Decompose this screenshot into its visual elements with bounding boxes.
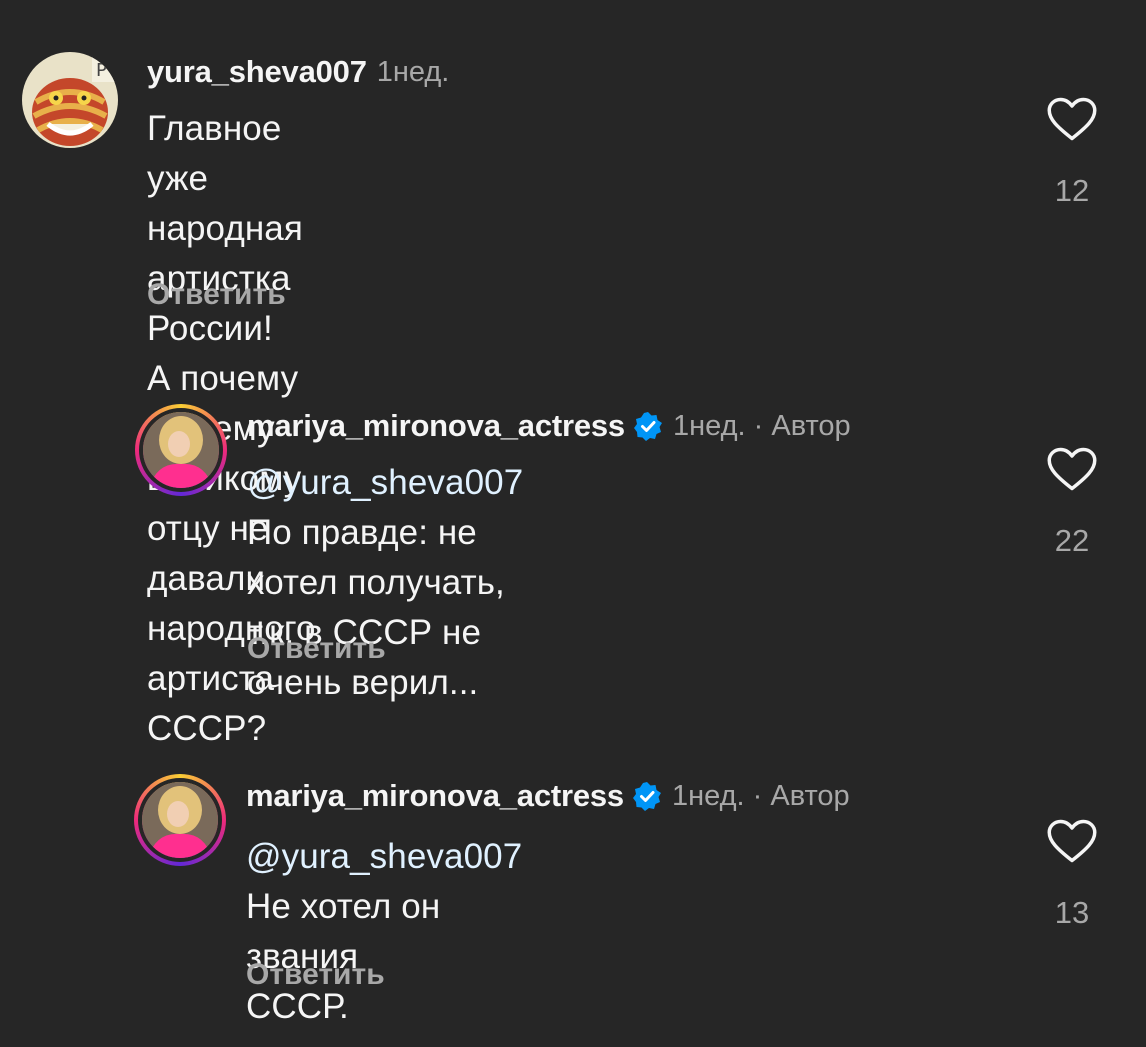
- timestamp-author: 1нед. · Автор: [672, 409, 851, 442]
- comment-line: По правде: не: [247, 513, 477, 552]
- avatar[interactable]: P: [22, 52, 118, 148]
- mention-link[interactable]: @yura_sheva007: [246, 837, 522, 876]
- timestamp-author: 1нед. · Автор: [671, 779, 850, 812]
- like-count: 22: [1054, 523, 1090, 558]
- like-button[interactable]: 22: [1042, 446, 1102, 559]
- like-count: 13: [1054, 895, 1090, 930]
- verified-badge-icon: [633, 412, 662, 441]
- timestamp: 1нед.: [376, 55, 450, 88]
- heart-icon: [1047, 819, 1097, 863]
- comment-header: yura_sheva007 1нед.: [147, 54, 449, 90]
- comment-header: mariya_mironova_actress 1нед. · Автор: [247, 408, 851, 444]
- username[interactable]: mariya_mironova_actress: [247, 408, 625, 444]
- actress-avatar-icon: [143, 412, 219, 488]
- mention-link[interactable]: @yura_sheva007: [247, 463, 523, 502]
- comment-header: mariya_mironova_actress 1нед. · Автор: [246, 778, 850, 814]
- like-button[interactable]: 13: [1042, 818, 1102, 931]
- actress-avatar-icon: [142, 782, 218, 858]
- comment-text: @yura_sheva007 Не хотел он звания СССР.: [246, 832, 522, 1032]
- reply-button[interactable]: Ответить: [247, 632, 386, 666]
- like-button[interactable]: 12: [1042, 96, 1102, 209]
- like-count: 12: [1054, 173, 1090, 208]
- username[interactable]: mariya_mironova_actress: [246, 778, 624, 814]
- comment-text: @yura_sheva007 По правде: не хотел получ…: [247, 458, 523, 708]
- username[interactable]: yura_sheva007: [147, 54, 367, 90]
- comment-line: Главное уже народная артистка России!: [147, 109, 303, 348]
- reply-button[interactable]: Ответить: [147, 278, 286, 312]
- heart-icon: [1047, 447, 1097, 491]
- svg-text:P: P: [96, 60, 107, 81]
- avatar[interactable]: [135, 404, 227, 496]
- cheshire-cat-avatar-icon: P: [22, 52, 118, 148]
- avatar[interactable]: [134, 774, 226, 866]
- reply-button[interactable]: Ответить: [246, 958, 385, 992]
- heart-icon: [1047, 97, 1097, 141]
- verified-badge-icon: [632, 782, 661, 811]
